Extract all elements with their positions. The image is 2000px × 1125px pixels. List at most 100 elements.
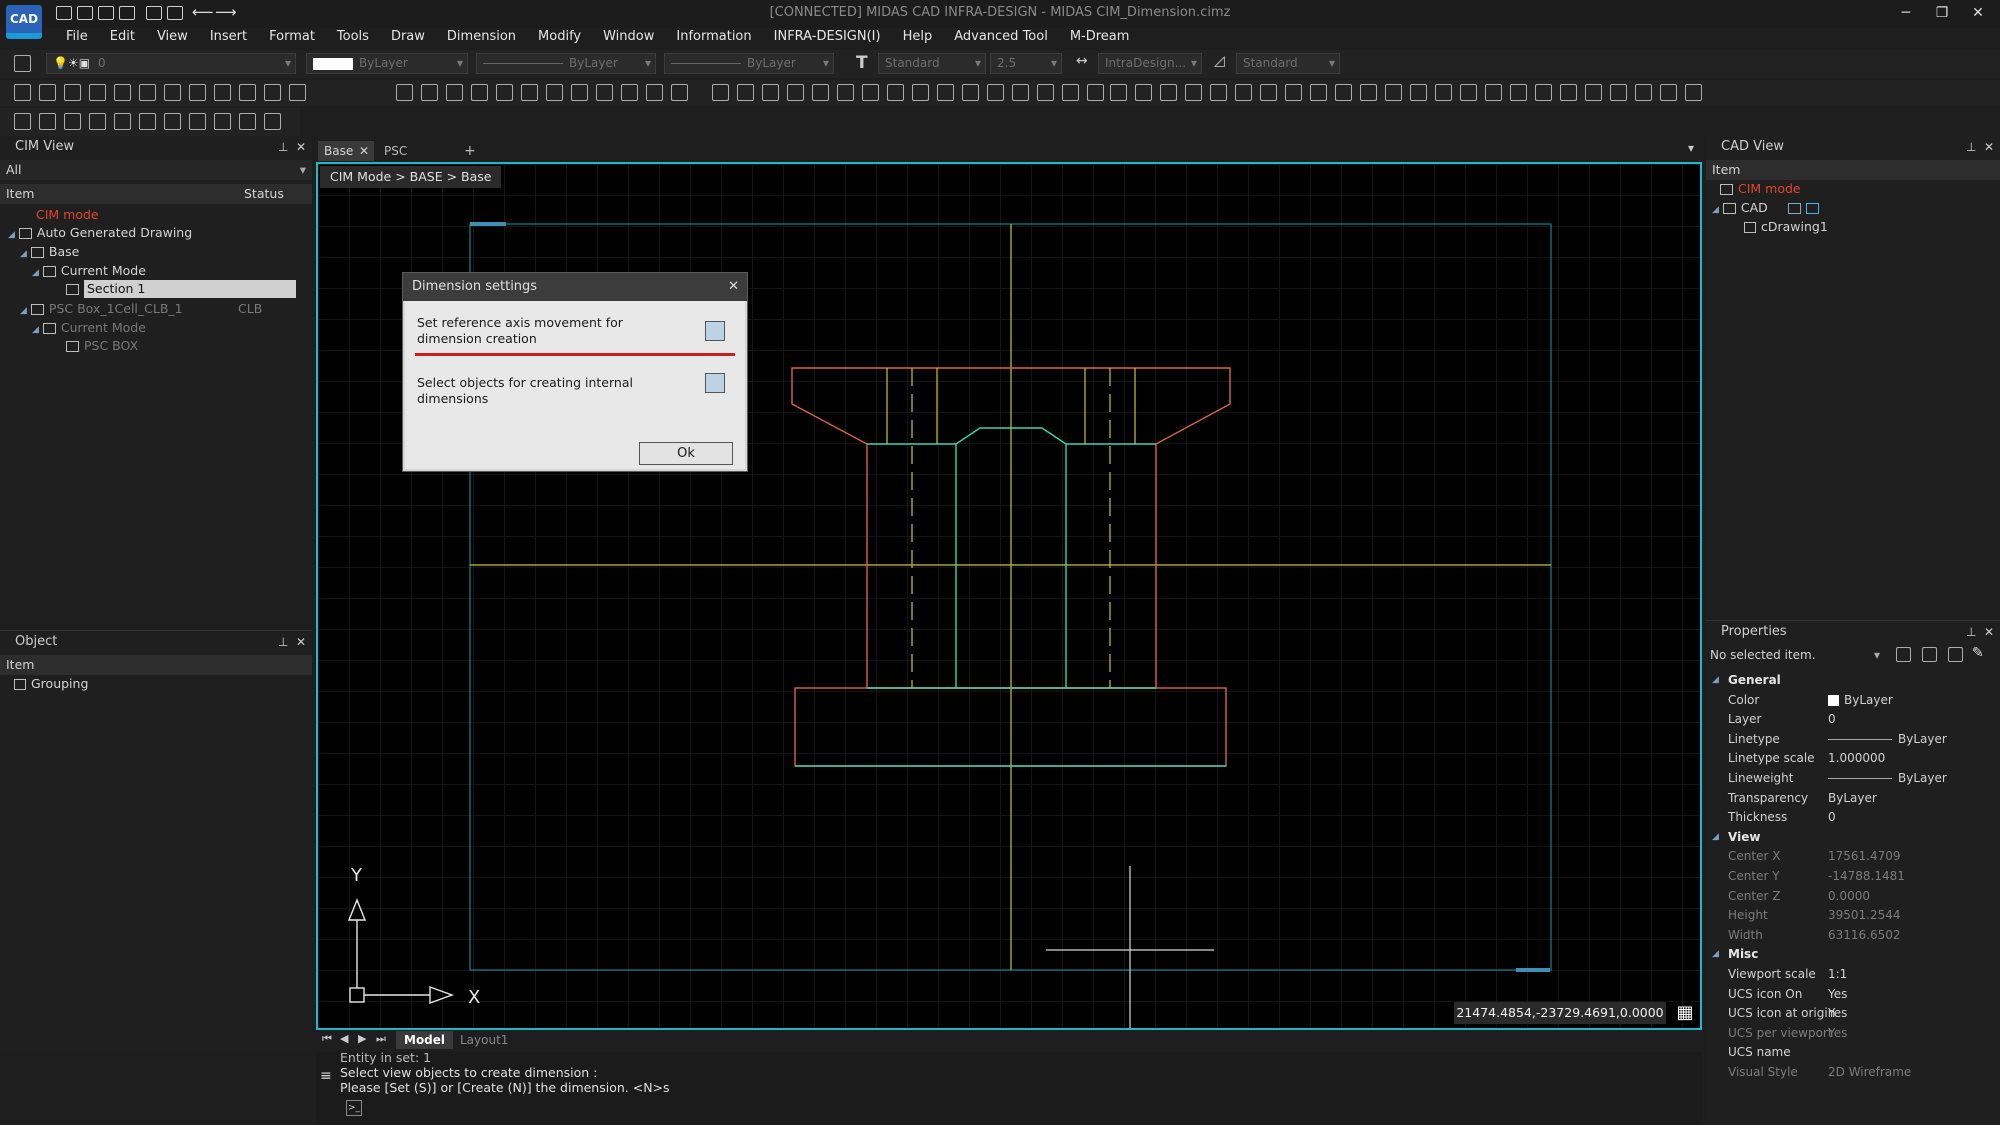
tool-icon[interactable]	[621, 84, 638, 101]
property-row[interactable]: UCS per viewport Yes	[1706, 1024, 1996, 1043]
pin-icon[interactable]: ⊥	[1966, 621, 1976, 643]
tool-icon[interactable]	[164, 84, 181, 101]
pin-icon[interactable]: ⊥	[278, 136, 288, 158]
tool-icon[interactable]	[762, 84, 779, 101]
menu-information[interactable]: Information	[665, 26, 762, 48]
tree-current-mode-2[interactable]: ◢ Current Mode	[32, 319, 146, 337]
tool-icon[interactable]	[139, 84, 156, 101]
tool-icon[interactable]	[1385, 84, 1402, 101]
prev-layout-icon[interactable]: ◀	[340, 1032, 348, 1045]
tool-icon[interactable]	[396, 84, 413, 101]
tool-icon[interactable]	[421, 84, 438, 101]
menu-infra-design[interactable]: INFRA-DESIGN(I)	[763, 26, 892, 48]
cad-tree-cdrawing1[interactable]: cDrawing1	[1744, 218, 1828, 236]
maximize-icon[interactable]: ❐	[1924, 2, 1960, 24]
tool-icon[interactable]	[1610, 84, 1627, 101]
tool-icon[interactable]	[671, 84, 688, 101]
tool-icon[interactable]	[1210, 84, 1227, 101]
tool-icon[interactable]	[1410, 84, 1427, 101]
tree-current-mode[interactable]: ◢ Current Mode	[32, 262, 146, 280]
object-grouping[interactable]: Grouping	[14, 675, 88, 693]
property-row[interactable]: Color ByLayer	[1706, 691, 1996, 710]
tool-icon[interactable]	[596, 84, 613, 101]
menu-draw[interactable]: Draw	[380, 26, 436, 48]
property-section-misc[interactable]: ◢ Misc	[1706, 945, 1996, 964]
utility-icon[interactable]	[239, 113, 256, 130]
menu-m-dream[interactable]: M-Dream	[1059, 26, 1141, 48]
property-row[interactable]: Linetype scale 1.000000	[1706, 749, 1996, 768]
utility-icon[interactable]	[114, 113, 131, 130]
utility-icon[interactable]	[264, 113, 281, 130]
tool-icon[interactable]	[787, 84, 804, 101]
tool-icon[interactable]	[1585, 84, 1602, 101]
toggle-pickadd-icon[interactable]	[1922, 647, 1937, 662]
property-section-view[interactable]: ◢ View	[1706, 828, 1996, 847]
tool-icon[interactable]	[189, 84, 206, 101]
tool-icon[interactable]	[646, 84, 663, 101]
utility-icon[interactable]	[164, 113, 181, 130]
pin-icon[interactable]: ⊥	[278, 631, 288, 653]
property-row[interactable]: UCS icon On Yes	[1706, 985, 1996, 1004]
close-panel-icon[interactable]: ✕	[1984, 136, 1994, 158]
menu-format[interactable]: Format	[258, 26, 326, 48]
layout-view-icon[interactable]	[1805, 203, 1819, 214]
tab-base[interactable]: Base ✕	[318, 141, 374, 161]
model-view-icon[interactable]	[1787, 203, 1801, 214]
tool-icon[interactable]	[546, 84, 563, 101]
dialog-close-icon[interactable]: ✕	[728, 273, 739, 301]
tool-icon[interactable]	[1012, 84, 1029, 101]
property-row[interactable]: Center X 17561.4709	[1706, 847, 1996, 866]
tool-icon[interactable]	[14, 84, 31, 101]
tool-icon[interactable]	[1310, 84, 1327, 101]
close-tab-icon[interactable]: ✕	[359, 141, 369, 161]
layer-select[interactable]: 💡☀▣ 0	[46, 53, 296, 74]
close-icon[interactable]: ✕	[1960, 2, 1996, 24]
menu-tools[interactable]: Tools	[326, 26, 380, 48]
select-objects-icon[interactable]	[1948, 647, 1963, 662]
dim-style-select[interactable]: IntraDesign...	[1098, 53, 1202, 74]
tool-icon[interactable]	[1185, 84, 1202, 101]
tree-psc-box-section[interactable]: PSC BOX	[66, 337, 138, 355]
layer-manager-icon[interactable]	[14, 55, 31, 72]
add-tab-button[interactable]: +	[464, 141, 476, 161]
property-row[interactable]: Transparency ByLayer	[1706, 789, 1996, 808]
tool-icon[interactable]	[289, 84, 306, 101]
tool-icon[interactable]	[962, 84, 979, 101]
tool-icon[interactable]	[912, 84, 929, 101]
menu-advanced-tool[interactable]: Advanced Tool	[943, 26, 1059, 48]
tool-icon[interactable]	[712, 84, 729, 101]
tool-icon[interactable]	[737, 84, 754, 101]
tool-icon[interactable]	[937, 84, 954, 101]
property-row[interactable]: Center Y -14788.1481	[1706, 867, 1996, 886]
selection-select[interactable]: No selected item. ▾	[1706, 645, 1884, 665]
minimize-icon[interactable]: ─	[1888, 2, 1924, 24]
tab-layout1[interactable]: Layout1	[460, 1031, 508, 1049]
text-style-select[interactable]: Standard	[878, 53, 986, 74]
tool-icon[interactable]	[64, 84, 81, 101]
property-row[interactable]: Lineweight ByLayer	[1706, 769, 1996, 788]
linetype-select[interactable]: ByLayer	[476, 53, 656, 74]
color-select[interactable]: ByLayer	[306, 53, 468, 74]
menu-view[interactable]: View	[146, 26, 199, 48]
property-row[interactable]: UCS name	[1706, 1043, 1996, 1062]
property-row[interactable]: Center Z 0.0000	[1706, 887, 1996, 906]
text-size-select[interactable]: 2.5	[990, 53, 1062, 74]
utility-icon[interactable]	[139, 113, 156, 130]
property-row[interactable]: Layer 0	[1706, 710, 1996, 729]
command-menu-icon[interactable]: ≡	[320, 1068, 332, 1084]
select-objects-icon[interactable]	[705, 373, 725, 393]
utility-icon[interactable]	[39, 113, 56, 130]
tool-icon[interactable]	[1087, 84, 1104, 101]
tool-icon[interactable]	[1160, 84, 1177, 101]
dim-style-icon[interactable]: ↔	[1076, 53, 1088, 69]
tool-icon[interactable]	[1235, 84, 1252, 101]
tool-icon[interactable]	[837, 84, 854, 101]
menu-modify[interactable]: Modify	[527, 26, 592, 48]
menu-file[interactable]: File	[55, 26, 99, 48]
tool-icon[interactable]	[1510, 84, 1527, 101]
close-panel-icon[interactable]: ✕	[296, 136, 306, 158]
property-row[interactable]: Visual Style 2D Wireframe	[1706, 1063, 1996, 1082]
utility-icon[interactable]	[89, 113, 106, 130]
utility-icon[interactable]	[14, 113, 31, 130]
text-style-icon[interactable]: T	[856, 53, 868, 73]
